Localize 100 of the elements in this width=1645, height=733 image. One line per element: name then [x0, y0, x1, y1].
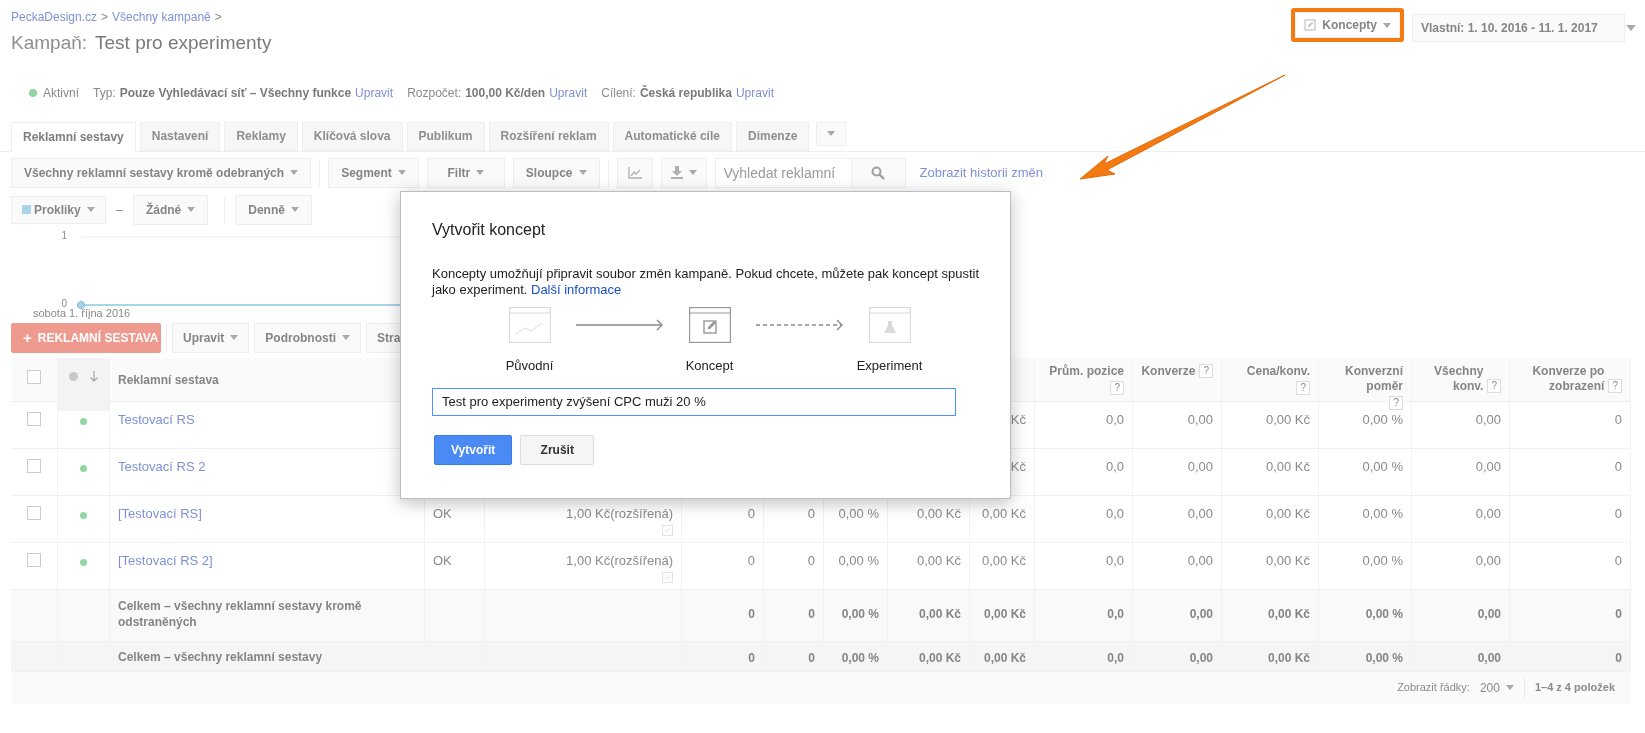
table-cell-text: 0,00 — [1187, 551, 1213, 570]
plus-sign: + — [23, 330, 32, 345]
ad-group-link[interactable]: Testovací RS — [118, 411, 195, 427]
column-header: Konverze — [1141, 363, 1196, 379]
summary-label: Cílení: — [601, 84, 636, 102]
search-field[interactable]: Vyhledat reklamní — [714, 157, 852, 188]
tab[interactable]: Klíčová slova — [301, 121, 403, 151]
table-cell-text: 0,00 — [1475, 457, 1501, 476]
table-cell-text: 0,0 — [1107, 605, 1124, 623]
table-cell-text: 0 — [747, 504, 755, 523]
table-cell-text: 0,00 % — [838, 504, 879, 523]
add-ad-group-button[interactable]: + REKLAMNÍ SESTAVA — [11, 322, 161, 353]
table-cell-text: 0 — [1615, 649, 1622, 667]
column-header: Všechny konv. — [1433, 363, 1484, 394]
campaign-title: Test pro experimenty — [95, 31, 272, 55]
table-cell-text: 0,00 — [1189, 649, 1213, 667]
table-cell-text: 0,00 — [1189, 605, 1213, 623]
checkbox-icon — [662, 572, 673, 583]
period-dropdown[interactable]: Denně — [235, 194, 312, 225]
column-header: Konverzní poměr — [1344, 363, 1403, 394]
dialog-description: Koncepty umožňují připravit soubor změn kampaně. Pokud chcete, můžete pak koncept spustit jako experiment. Další informace — [432, 266, 980, 298]
ad-group-link[interactable]: [Testovací RS] — [118, 505, 202, 521]
summary-value: Pouze Vyhledávací síť – Všechny funkce — [119, 84, 352, 102]
table-cell-text: 0,00 Kč — [1267, 649, 1310, 667]
table-cell-text: 0 — [1615, 605, 1622, 623]
create-button[interactable]: Vytvořit — [434, 434, 513, 465]
table-cell-text: 0,0 — [1107, 649, 1124, 667]
action-dropdown[interactable]: Upravit — [172, 322, 250, 353]
column-header: Reklamní sestava — [118, 372, 219, 387]
rows-per-page-dropdown[interactable]: 200 — [1479, 678, 1514, 697]
history-link[interactable]: Zobrazit historii změn — [919, 162, 1044, 183]
table-cell-text: 0,00 Kč — [918, 649, 961, 667]
action-dropdown[interactable]: Podrobnosti — [254, 322, 361, 353]
ad-group-link[interactable]: Testovací RS 2 — [118, 458, 206, 474]
breadcrumb-link[interactable]: Všechny kampaně — [112, 8, 211, 26]
filter-dropdown[interactable]: Všechny reklamní sestavy kromě odebraných — [11, 157, 312, 188]
drafts-button[interactable]: Koncepty — [1295, 12, 1400, 38]
download-icon — [670, 166, 683, 179]
caret-icon — [827, 131, 836, 136]
help-icon[interactable]: ? — [1608, 378, 1622, 393]
tab[interactable]: Rozšíření reklam — [488, 121, 609, 151]
table-cell-text: 0,00 % — [1365, 605, 1403, 623]
status-header-icon — [69, 371, 78, 381]
table-cell-text: 0,00 — [1477, 605, 1501, 623]
download-button[interactable] — [660, 157, 707, 188]
step-label: Koncept — [685, 357, 734, 375]
help-icon[interactable]: ? — [1487, 378, 1501, 393]
line-chart-icon — [627, 166, 642, 179]
table-cell-text: 0,00 Kč — [1265, 504, 1310, 523]
pagination-range: 1–4 z 4 položek — [1534, 680, 1615, 696]
edit-link[interactable]: Upravit — [549, 83, 588, 102]
tab[interactable]: Nastavení — [139, 121, 221, 151]
toolbar-dropdown[interactable]: Sloupce — [512, 157, 600, 188]
search-icon — [871, 165, 885, 180]
tab[interactable]: Reklamy — [224, 121, 298, 151]
table-cell-text: 0,00 % — [841, 649, 879, 667]
breadcrumb-link[interactable]: PeckaDesign.cz — [11, 8, 98, 26]
more-tabs-button[interactable] — [816, 121, 847, 146]
table-cell-text: 0,00 Kč — [981, 551, 1026, 570]
tab[interactable]: Dimenze — [735, 121, 810, 151]
table-cell-text: 0,00 Kč — [1265, 410, 1310, 429]
total-label: Celkem – všechny reklamní sestavy kromě odstraněných — [118, 597, 363, 630]
help-icon[interactable]: ? — [1110, 380, 1124, 395]
table-cell-text: 0,00 Kč — [983, 605, 1026, 623]
toolbar-dropdown[interactable]: Filtr — [426, 157, 505, 188]
cancel-button[interactable]: Zrušit — [520, 434, 595, 465]
table-cell-text: 0,00 — [1477, 649, 1501, 667]
column-header: Konverze po zobrazení — [1531, 363, 1605, 394]
help-icon[interactable]: ? — [1389, 395, 1403, 410]
search-button[interactable] — [851, 157, 906, 188]
table-cell-text: 0,00 — [1475, 410, 1501, 429]
tab[interactable]: Automatické cíle — [612, 121, 732, 151]
row-checkbox[interactable] — [27, 552, 41, 567]
select-all-checkbox[interactable] — [27, 369, 41, 384]
help-icon[interactable]: ? — [1199, 363, 1213, 378]
caret-icon — [476, 170, 485, 175]
table-cell-text: 0 — [1614, 551, 1622, 570]
tab[interactable]: Publikum — [406, 121, 485, 151]
caret-icon — [187, 207, 196, 212]
table-cell-text: 0,00 — [1187, 504, 1213, 523]
ad-group-link[interactable]: [Testovací RS 2] — [118, 552, 213, 568]
metric-dropdown[interactable]: Žádné — [132, 194, 209, 225]
step-label: Původní — [505, 357, 554, 375]
row-checkbox[interactable] — [27, 411, 41, 426]
edit-link[interactable]: Upravit — [355, 83, 394, 102]
table-cell-text: 0 — [747, 551, 755, 570]
pencil-icon — [1304, 19, 1317, 31]
table-cell-text: 0,00 — [1475, 551, 1501, 570]
draft-name-field[interactable]: Test pro experimenty zvýšení CPC muži 20 % — [432, 387, 956, 416]
toolbar-dropdown[interactable]: Segment — [328, 157, 419, 188]
chart-button[interactable] — [616, 157, 653, 188]
help-icon[interactable]: ? — [1296, 380, 1310, 395]
metric-dropdown[interactable]: Prokliky — [11, 195, 106, 224]
edit-link[interactable]: Upravit — [735, 83, 774, 102]
row-checkbox[interactable] — [27, 505, 41, 520]
learn-more-link[interactable]: Další informace — [531, 282, 622, 297]
title-label: Kampaň: — [11, 31, 88, 55]
row-checkbox[interactable] — [27, 458, 41, 473]
caret-icon — [1505, 685, 1514, 690]
tab[interactable]: Reklamní sestavy — [11, 121, 136, 152]
